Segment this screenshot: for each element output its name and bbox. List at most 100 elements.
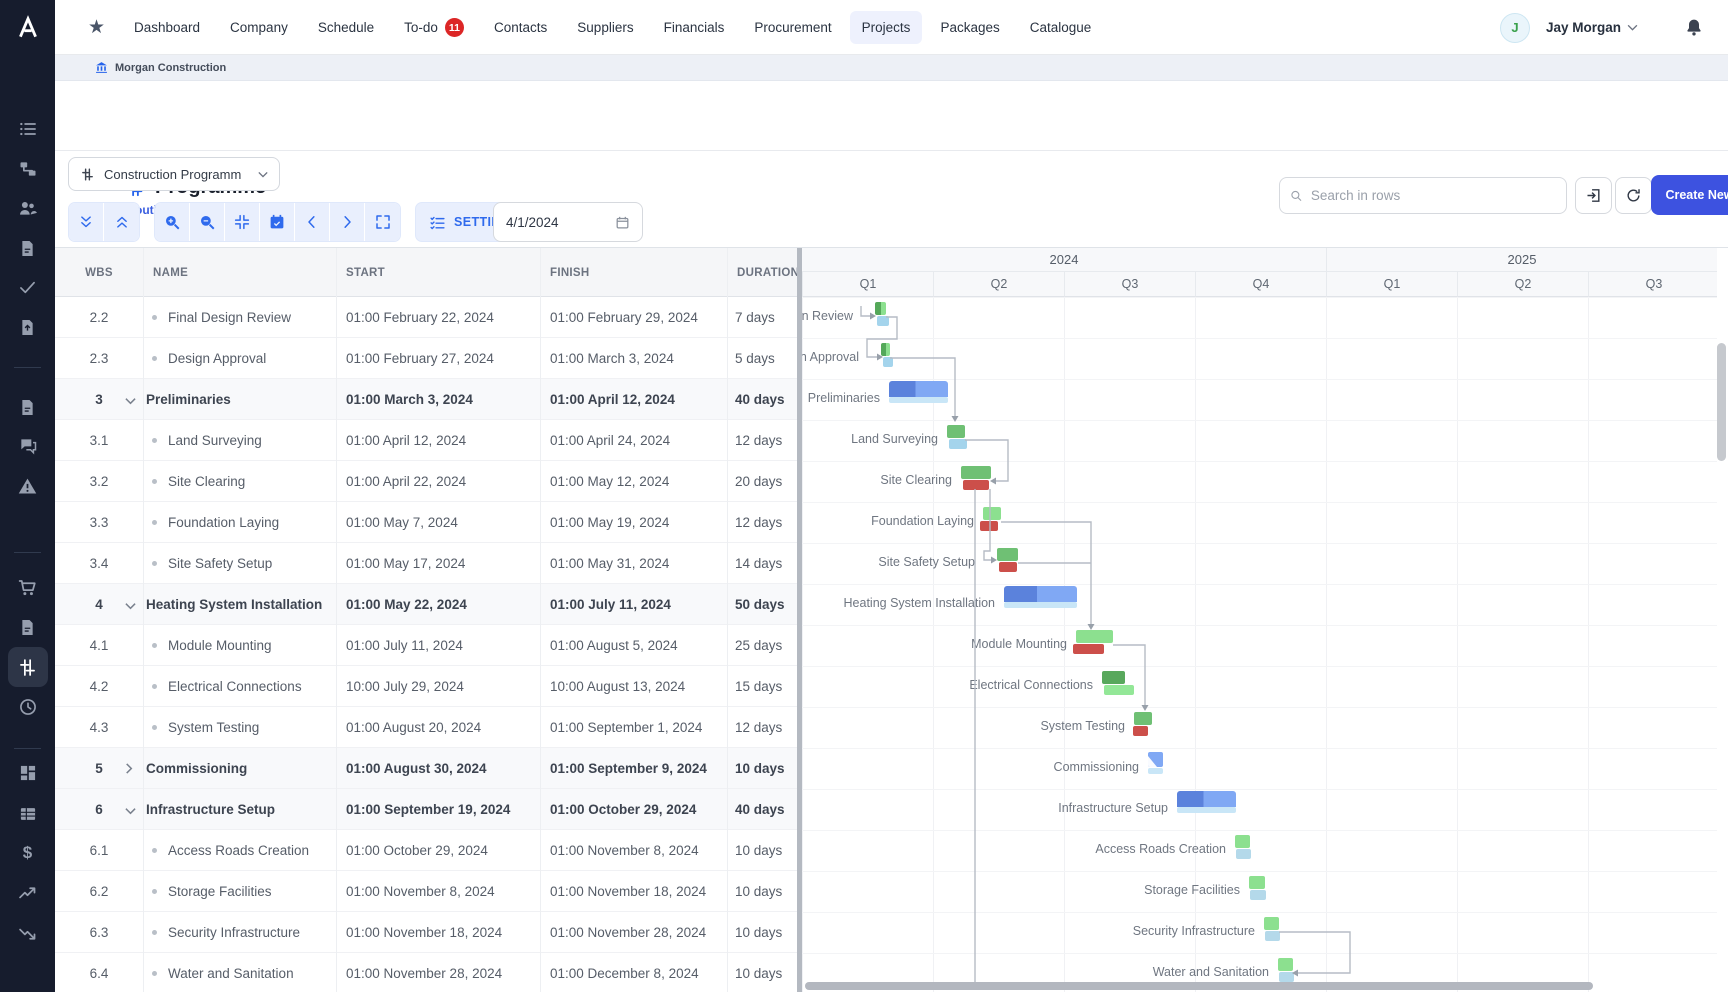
table-row-2.2[interactable]: 2.2 Final Design Review01:00 February 22…: [55, 297, 798, 338]
table-row-3.4[interactable]: 3.4 Site Safety Setup01:00 May 17, 2024 …: [55, 543, 798, 584]
create-new-task-button[interactable]: Create New Task: [1651, 175, 1728, 215]
chevron-down-icon: [1627, 24, 1638, 31]
vertical-scrollbar-thumb[interactable]: [1717, 343, 1726, 461]
search-input[interactable]: [1311, 188, 1556, 203]
date-picker[interactable]: 4/1/2024: [493, 202, 643, 242]
nav-item-label: Financials: [664, 20, 725, 35]
export-button[interactable]: [1575, 177, 1612, 214]
notifications-bell-icon[interactable]: [1684, 17, 1704, 38]
start-cell: 01:00 February 27, 2024: [346, 351, 538, 366]
bullet-icon: [152, 315, 157, 320]
sidebar-item-document-icon[interactable]: [8, 607, 48, 647]
table-row-3.1[interactable]: 3.1 Land Surveying01:00 April 12, 2024 0…: [55, 420, 798, 461]
sidebar-item-cart-icon[interactable]: [8, 567, 48, 607]
calendar-icon: [615, 215, 630, 230]
sidebar-item-clock-icon[interactable]: [8, 687, 48, 727]
table-row-3[interactable]: 3 Preliminaries01:00 March 3, 2024 01:00…: [55, 379, 798, 420]
task-name: Access Roads Creation: [168, 843, 334, 858]
nav-item-procurement[interactable]: Procurement: [742, 11, 843, 44]
collapse-chevron-icon[interactable]: [125, 802, 136, 820]
start-cell: 01:00 May 17, 2024: [346, 556, 538, 571]
fullscreen-button[interactable]: [365, 203, 400, 241]
table-row-6.3[interactable]: 6.3 Security Infrastructure01:00 Novembe…: [55, 912, 798, 953]
duration-cell: 12 days: [735, 720, 797, 735]
app-logo[interactable]: [0, 0, 55, 55]
table-gantt-splitter[interactable]: [797, 248, 802, 992]
zoom-in-button[interactable]: [155, 203, 190, 241]
chevron-right-button[interactable]: [330, 203, 365, 241]
task-name: Foundation Laying: [168, 515, 334, 530]
sidebar-item-trend-up-icon[interactable]: [8, 873, 48, 913]
expand-chevron-icon[interactable]: [125, 761, 133, 779]
sidebar-item-check-icon[interactable]: [8, 267, 48, 307]
nav-item-financials[interactable]: Financials: [652, 11, 737, 44]
column-header-finish[interactable]: FINISH: [540, 248, 727, 297]
bullet-icon: [152, 479, 157, 484]
zoom-out-button[interactable]: [190, 203, 225, 241]
table-row-6.1[interactable]: 6.1 Access Roads Creation01:00 October 2…: [55, 830, 798, 871]
favorites-star-icon[interactable]: ★: [88, 0, 105, 55]
nav-item-label: To-do: [404, 20, 438, 35]
horizontal-scrollbar-thumb[interactable]: [805, 982, 1593, 990]
compress-button[interactable]: [225, 203, 260, 241]
nav-item-to-do[interactable]: To-do11: [392, 9, 476, 46]
table-row-4.3[interactable]: 4.3 System Testing01:00 August 20, 2024 …: [55, 707, 798, 748]
sidebar-item-document-icon[interactable]: [8, 228, 48, 268]
nav-item-projects[interactable]: Projects: [850, 11, 923, 44]
expand-all-button[interactable]: [104, 203, 139, 241]
table-row-6.2[interactable]: 6.2 Storage Facilities01:00 November 8, …: [55, 871, 798, 912]
sidebar-item-chat-icon[interactable]: [8, 426, 48, 466]
table-row-6[interactable]: 6 Infrastructure Setup01:00 September 19…: [55, 789, 798, 830]
table-row-3.3[interactable]: 3.3 Foundation Laying01:00 May 7, 2024 0…: [55, 502, 798, 543]
gantt-toolbar: SETTINGS: [68, 202, 552, 242]
table-row-4.2[interactable]: 4.2 Electrical Connections10:00 July 29,…: [55, 666, 798, 707]
calendar-button[interactable]: [260, 203, 295, 241]
sidebar-item-dashboard-icon[interactable]: [8, 753, 48, 793]
nav-item-suppliers[interactable]: Suppliers: [565, 11, 645, 44]
nav-item-packages[interactable]: Packages: [928, 11, 1011, 44]
table-row-3.2[interactable]: 3.2 Site Clearing01:00 April 22, 2024 01…: [55, 461, 798, 502]
column-header-start[interactable]: START: [336, 248, 540, 297]
start-cell: 01:00 November 8, 2024: [346, 884, 538, 899]
sidebar-item-team-icon[interactable]: [8, 188, 48, 228]
breadcrumb[interactable]: Morgan Construction: [55, 55, 1728, 81]
programme-selector[interactable]: Construction Programm: [68, 157, 280, 191]
user-menu[interactable]: Jay Morgan: [1546, 20, 1638, 35]
collapse-all-button[interactable]: [69, 203, 104, 241]
finish-cell: 01:00 April 24, 2024: [550, 433, 725, 448]
start-cell: 01:00 February 22, 2024: [346, 310, 538, 325]
table-row-5[interactable]: 5 Commissioning01:00 August 30, 2024 01:…: [55, 748, 798, 789]
sidebar-item-table-icon[interactable]: [8, 794, 48, 834]
duration-cell: 40 days: [735, 392, 797, 407]
refresh-button[interactable]: [1615, 177, 1652, 214]
sidebar-item-warning-icon[interactable]: [8, 466, 48, 506]
sidebar-item-list-icon[interactable]: [8, 109, 48, 149]
table-row-2.3[interactable]: 2.3 Design Approval01:00 February 27, 20…: [55, 338, 798, 379]
date-value: 4/1/2024: [506, 215, 559, 230]
wbs-cell: 4.1: [55, 638, 143, 653]
collapse-chevron-icon[interactable]: [125, 597, 136, 615]
nav-item-schedule[interactable]: Schedule: [306, 11, 386, 44]
sidebar-item-document-icon[interactable]: [8, 387, 48, 427]
sidebar-item-dollar-icon[interactable]: $: [8, 833, 48, 873]
table-row-4[interactable]: 4 Heating System Installation01:00 May 2…: [55, 584, 798, 625]
column-header-name[interactable]: NAME: [143, 248, 336, 297]
table-row-6.4[interactable]: 6.4 Water and Sanitation01:00 November 2…: [55, 953, 798, 992]
sidebar-item-file-upload-icon[interactable]: [8, 307, 48, 347]
sidebar-item-trend-down-icon[interactable]: [8, 913, 48, 953]
finish-cell: 01:00 November 18, 2024: [550, 884, 725, 899]
sidebar-item-hierarchy-icon[interactable]: [8, 149, 48, 189]
column-header-wbs[interactable]: WBS: [55, 248, 143, 297]
nav-item-dashboard[interactable]: Dashboard: [122, 11, 212, 44]
nav-item-contacts[interactable]: Contacts: [482, 11, 559, 44]
sidebar-item-programme-icon[interactable]: [8, 647, 48, 687]
bullet-icon: [152, 520, 157, 525]
start-cell: 01:00 March 3, 2024: [346, 392, 538, 407]
table-row-4.1[interactable]: 4.1 Module Mounting01:00 July 11, 2024 0…: [55, 625, 798, 666]
chevron-left-button[interactable]: [295, 203, 330, 241]
column-header-duration[interactable]: DURATION: [727, 248, 798, 297]
nav-item-catalogue[interactable]: Catalogue: [1018, 11, 1104, 44]
nav-item-company[interactable]: Company: [218, 11, 300, 44]
collapse-chevron-icon[interactable]: [125, 392, 136, 410]
avatar[interactable]: J: [1500, 13, 1530, 43]
